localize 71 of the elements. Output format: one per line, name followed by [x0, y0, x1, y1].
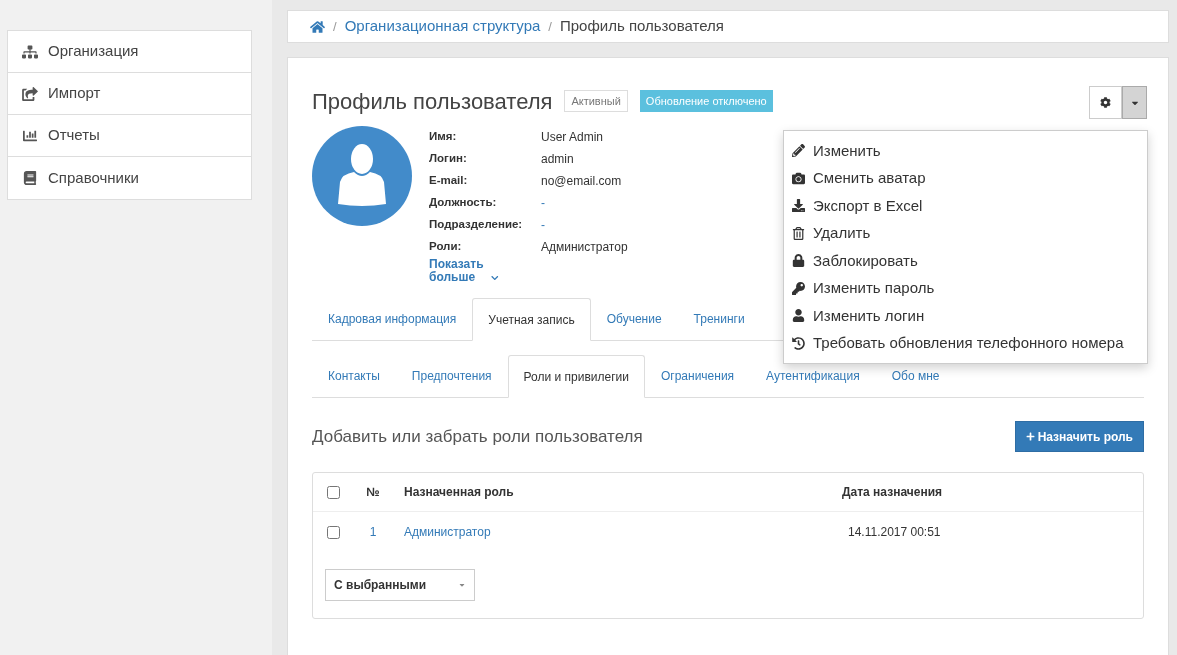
breadcrumb-separator: /: [548, 17, 552, 36]
table-cell-text: 1: [368, 524, 378, 541]
user-icon: [792, 309, 805, 323]
tab[interactable]: Тренинги: [677, 297, 761, 340]
field-value: User Admin: [541, 129, 604, 146]
select-all-checkbox[interactable]: [327, 485, 340, 499]
chevron-down-icon: [491, 274, 499, 282]
field-value: no@email.com: [541, 173, 622, 190]
menu-item[interactable]: Изменить: [784, 137, 1147, 165]
status-badge: Обновление отключено: [639, 89, 773, 113]
tab[interactable]: Кадровая информация: [312, 297, 473, 340]
tab[interactable]: Предпочтения: [395, 354, 508, 397]
tab[interactable]: Контакты: [312, 354, 396, 397]
sidebar-item[interactable]: Организация: [8, 31, 251, 73]
bar-chart-icon: [22, 128, 38, 143]
row-checkbox[interactable]: [327, 525, 340, 539]
column-header: Дата назначения: [842, 484, 943, 501]
download-icon: [792, 199, 805, 213]
section-title: Добавить или забрать роли пользователя: [312, 425, 643, 448]
import-arrow-icon: [22, 86, 38, 101]
field-label: Должность:: [429, 195, 498, 211]
column-header: №: [365, 484, 381, 501]
menu-item[interactable]: Сменить аватар: [784, 164, 1147, 192]
home-icon[interactable]: [310, 19, 325, 34]
tab[interactable]: Учетная запись: [472, 298, 591, 341]
assign-role-button[interactable]: Назначить роль: [1014, 421, 1144, 452]
field-value-link[interactable]: -: [541, 194, 545, 212]
menu-item[interactable]: Заблокировать: [784, 247, 1147, 275]
pencil-icon: [792, 144, 805, 158]
menu-item[interactable]: Экспорт в Excel: [784, 192, 1147, 220]
breadcrumb-current: Профиль пользователя: [559, 16, 724, 37]
role-link[interactable]: Администратор: [404, 523, 842, 541]
trash-icon: [792, 226, 805, 240]
field-label: Имя:: [429, 129, 458, 145]
dropdown-toggle[interactable]: [1122, 86, 1147, 119]
tab[interactable]: Роли и привилегии: [507, 355, 645, 398]
book-icon: [22, 171, 38, 185]
lock-icon: [792, 254, 805, 268]
caret-icon: [458, 581, 466, 589]
menu-item[interactable]: Изменить логин: [784, 302, 1147, 330]
status-badge: Активный: [564, 89, 628, 113]
breadcrumb-separator: /: [333, 17, 337, 36]
settings-icon: [1100, 97, 1111, 108]
key-icon: [792, 281, 805, 295]
user-silhouette-icon: [336, 142, 388, 206]
history-icon: [792, 336, 805, 350]
menu-item[interactable]: Изменить пароль: [784, 274, 1147, 302]
table-cell-text: 14.11.2017 00:51: [848, 524, 941, 541]
field-value: admin: [541, 151, 574, 168]
bulk-action-select[interactable]: С выбранными: [325, 569, 475, 601]
tab[interactable]: Ограничения: [644, 354, 751, 397]
field-label: Подразделение:: [429, 217, 524, 233]
field-label: E-mail:: [429, 173, 469, 189]
column-header: Назначенная роль: [404, 484, 515, 501]
sidebar-item[interactable]: Импорт: [8, 73, 251, 115]
field-label: Роли:: [429, 239, 463, 255]
tab[interactable]: Обучение: [590, 297, 678, 340]
show-more-link[interactable]: Показать больше: [429, 258, 486, 284]
breadcrumb-link[interactable]: Организационная структура: [344, 15, 541, 38]
plus-icon: [1025, 432, 1035, 441]
menu-item[interactable]: Требовать обновления телефонного номера: [784, 329, 1147, 357]
sidebar-item[interactable]: Справочники: [8, 157, 251, 199]
camera-icon: [792, 171, 805, 185]
field-value-link[interactable]: -: [541, 216, 545, 234]
sidebar-item[interactable]: Отчеты: [8, 115, 251, 157]
field-label: Логин:: [429, 151, 468, 167]
settings-button[interactable]: [1089, 86, 1122, 119]
menu-item[interactable]: Удалить: [784, 219, 1147, 247]
field-value: Администратор: [541, 239, 628, 256]
page-title: Профиль пользователя: [312, 87, 553, 116]
hierarchy-icon: [22, 44, 38, 59]
